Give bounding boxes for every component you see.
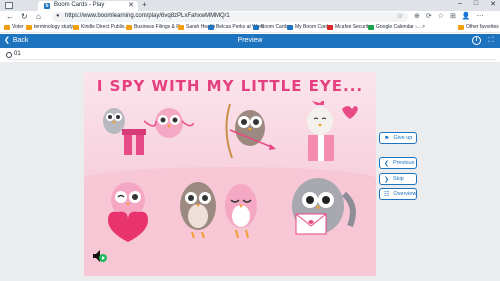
pink-owl-with-bow[interactable]: [144, 101, 194, 159]
minimize-button[interactable]: –: [458, 0, 462, 8]
window-controls: – □ ✕: [458, 0, 496, 8]
grey-owl-with-gift[interactable]: [100, 99, 146, 159]
chevron-left-icon: ❮: [384, 160, 390, 167]
mcafee-icon: [327, 24, 333, 30]
chevron-right-icon: ❯: [384, 176, 390, 183]
bookmarks-bar: Voter terminology study Kindle Direct Pu…: [0, 23, 500, 33]
flag-icon: ⚑: [384, 135, 390, 142]
address-bar[interactable]: ● https://www.boomlearning.com/play/6vq8…: [52, 12, 408, 22]
boom-card: I SPY WITH MY LITTLE EYE...: [84, 72, 376, 276]
overview-button[interactable]: ☷ Overview: [379, 188, 417, 200]
folder-icon: [458, 24, 464, 30]
close-window-button[interactable]: ✕: [490, 0, 496, 8]
browser-toolbar: ← ↻ ⌂ ● https://www.boomlearning.com/pla…: [0, 11, 500, 23]
folder-icon: [178, 24, 184, 30]
maximize-button[interactable]: □: [474, 0, 478, 8]
collections-icon[interactable]: ⊞: [450, 12, 456, 20]
bookmark-item[interactable]: terminology study: [26, 24, 73, 30]
refresh-icon[interactable]: ↻: [21, 12, 28, 22]
skip-button[interactable]: ❯ Skip: [379, 173, 417, 185]
bookmark-favicon-icon: [253, 24, 259, 30]
new-tab-button[interactable]: +: [142, 0, 147, 9]
pink-owl-eyes-closed[interactable]: [218, 178, 264, 244]
window-menu-icon[interactable]: [5, 2, 13, 9]
tab-title: Boom Cards - Play: [54, 2, 105, 8]
fullscreen-icon[interactable]: ⛶: [486, 36, 496, 45]
brown-owl-cupid[interactable]: [224, 100, 276, 162]
browser-tools: ⊕ ⟳ ☆ ⊞ 👤 ⋯: [414, 12, 484, 20]
back-arrow-icon[interactable]: ←: [6, 12, 14, 22]
give-up-button[interactable]: ⚑ Give up: [379, 132, 417, 144]
previous-button[interactable]: ❮ Previous: [379, 157, 417, 169]
browser-tab-strip: b Boom Cards - Play ✕ + – □ ✕: [0, 0, 500, 11]
folder-icon: [26, 24, 32, 30]
calendar-icon: [368, 24, 374, 30]
boom-favicon-icon: b: [44, 3, 50, 9]
favorites-icon[interactable]: ☆: [438, 12, 444, 20]
folder-icon: [4, 24, 10, 30]
sync-icon[interactable]: ⟳: [426, 12, 432, 20]
pink-owl-with-heart[interactable]: [98, 176, 158, 242]
bookmark-item[interactable]: Voter: [4, 24, 24, 30]
clock-icon: [6, 52, 12, 58]
bookmark-favicon-icon: [287, 24, 293, 30]
other-favorites[interactable]: Other favorites: [458, 24, 499, 30]
bookmark-item[interactable]: Kindle Direct Publis...: [73, 24, 129, 30]
speaker-icon[interactable]: [92, 249, 108, 263]
page-title: Preview: [237, 37, 263, 44]
extension-icon[interactable]: ⊕: [414, 12, 420, 20]
white-owl-on-gift[interactable]: [296, 101, 358, 163]
card-title: I SPY WITH MY LITTLE EYE...: [96, 77, 364, 95]
timer-row: 01: [0, 48, 500, 62]
brown-owl[interactable]: [172, 176, 224, 244]
folder-icon: [126, 24, 132, 30]
grid-icon: ☷: [384, 191, 390, 198]
tab-close-icon[interactable]: ✕: [128, 1, 134, 9]
timer-divider: [6, 59, 496, 60]
bookmark-item[interactable]: Business Filings & R...: [126, 24, 184, 30]
bookmark-item[interactable]: Google Calendar -...: [368, 24, 421, 30]
bookmark-item[interactable]: My Boom Cards: [287, 24, 331, 30]
grey-owl-with-letter[interactable]: [280, 176, 360, 248]
bookmark-item[interactable]: Boom Cards: [253, 24, 289, 30]
bookmarks-overflow-button[interactable]: >: [422, 24, 425, 30]
more-menu-icon[interactable]: ⋯: [477, 12, 484, 20]
timer-value: 01: [14, 51, 21, 57]
bookmark-favicon-icon: [208, 24, 214, 30]
favorite-star-icon[interactable]: ☆: [397, 12, 403, 20]
profile-icon[interactable]: 👤: [462, 12, 471, 20]
home-icon[interactable]: ⌂: [36, 12, 41, 22]
url-text[interactable]: https://www.boomlearning.com/play/6vq8zP…: [65, 13, 230, 19]
bookmark-item[interactable]: Mcafee Security: [327, 24, 371, 30]
folder-icon: [73, 24, 79, 30]
info-icon[interactable]: i: [472, 36, 481, 45]
boom-header: ❮ Back Preview i ⛶: [0, 34, 500, 48]
browser-tab-active[interactable]: b Boom Cards - Play ✕: [38, 1, 138, 11]
lock-icon: ●: [56, 13, 60, 19]
